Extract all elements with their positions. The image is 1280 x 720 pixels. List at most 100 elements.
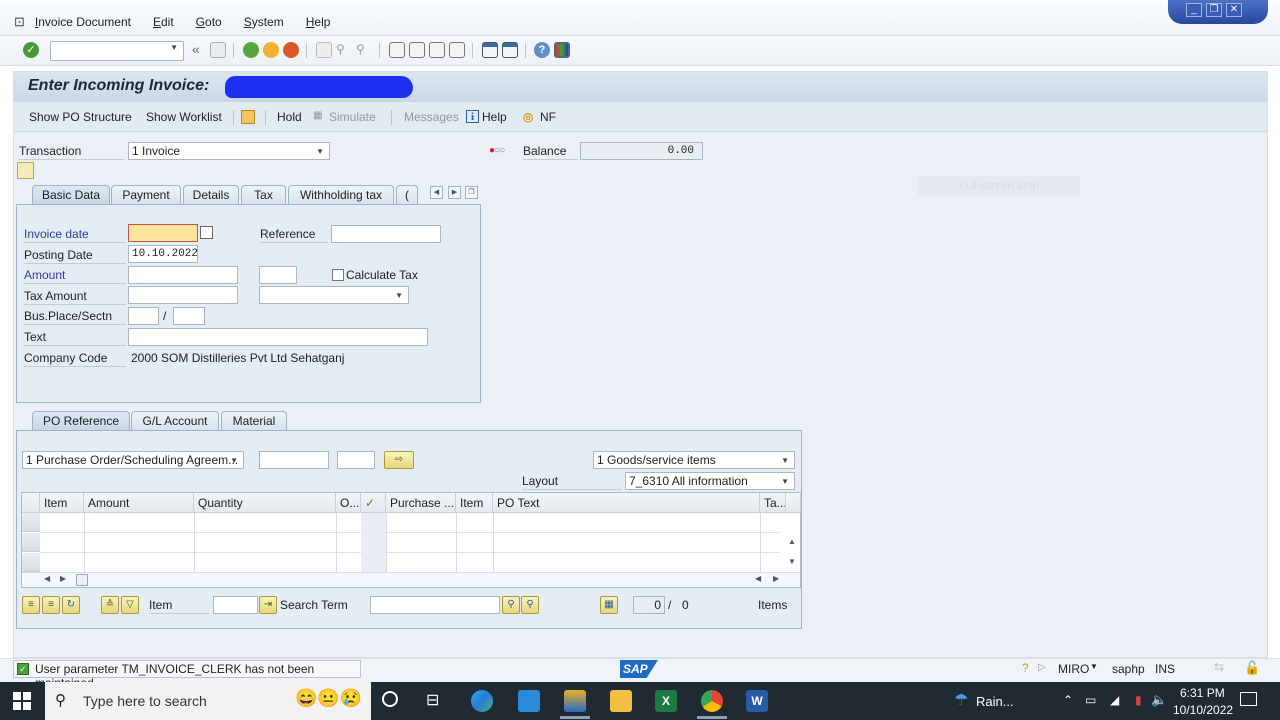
status-expand-icon[interactable]: ▷	[1038, 662, 1046, 673]
tray-expand-icon[interactable]: ⌃	[1063, 693, 1073, 707]
scroll-left-end-icon[interactable]: ◀	[755, 574, 761, 583]
sap-logon-icon[interactable]	[564, 690, 586, 712]
scroll-up-icon[interactable]: ▲	[788, 537, 796, 546]
notifications-icon[interactable]	[1240, 692, 1257, 706]
copy-icon[interactable]	[241, 110, 255, 124]
layout-icon[interactable]	[554, 42, 570, 58]
column-po-text[interactable]: PO Text	[493, 493, 760, 513]
search-term-input[interactable]	[370, 596, 500, 614]
show-po-structure-button[interactable]: Show PO Structure	[29, 110, 132, 124]
tab-scroll-right-icon[interactable]: ▶	[448, 186, 461, 199]
volume-icon[interactable]: 🔈	[1151, 692, 1167, 708]
menu-edit[interactable]: Edit	[153, 15, 174, 29]
cortana-icon[interactable]	[382, 691, 398, 707]
insert-row-icon[interactable]: ≡	[22, 596, 40, 614]
lock-icon[interactable]: 🔓	[1244, 660, 1260, 676]
sort-icon[interactable]: ≙	[101, 596, 119, 614]
clock-time[interactable]: 6:31 PM	[1180, 686, 1225, 700]
tab-details[interactable]: Details	[183, 185, 239, 204]
column-check-icon[interactable]: ✓	[361, 493, 386, 513]
tax-code-select[interactable]	[259, 286, 409, 304]
delete-row-icon[interactable]: ≡	[42, 596, 60, 614]
scroll-right-end-icon[interactable]: ▶	[773, 574, 779, 583]
find-icon[interactable]: ⚲	[336, 42, 352, 58]
invoice-date-input[interactable]	[128, 224, 198, 242]
wifi-icon[interactable]: ◢	[1110, 693, 1119, 707]
transfer-icon[interactable]: ⇨	[384, 451, 414, 469]
find-next-icon[interactable]: ⚲	[521, 596, 539, 614]
column-o[interactable]: O...	[336, 493, 361, 513]
tab-withholding-tax[interactable]: Withholding tax	[288, 185, 394, 204]
close-icon[interactable]: ✕	[1226, 3, 1242, 17]
help-icon[interactable]: ?	[534, 42, 550, 58]
column-po-item[interactable]: Item	[456, 493, 493, 513]
new-session-icon[interactable]	[482, 42, 498, 58]
find-next-icon[interactable]: ⚲	[356, 42, 372, 58]
menu-invoice-document[interactable]: Invoice Document	[35, 15, 131, 29]
bus-place-input[interactable]	[128, 307, 159, 325]
amount-input[interactable]	[128, 266, 238, 284]
scroll-down-icon[interactable]: ▼	[788, 557, 796, 566]
enter-icon[interactable]: ✓	[23, 42, 39, 58]
horizontal-scrollbar[interactable]: ◀ ▶ ◀ ▶	[22, 572, 800, 587]
show-worklist-button[interactable]: Show Worklist	[146, 110, 222, 124]
currency-input[interactable]	[259, 266, 297, 284]
prev-page-icon[interactable]	[409, 42, 425, 58]
weather-text[interactable]: Rain...	[976, 694, 1014, 709]
menu-icon[interactable]: ⊡	[14, 14, 25, 30]
item-input[interactable]	[213, 596, 258, 614]
back-green-icon[interactable]	[243, 42, 259, 58]
search-term-icon[interactable]: ⇥	[259, 596, 277, 614]
back-icon[interactable]: «	[192, 42, 208, 58]
help-button[interactable]: Help	[482, 110, 507, 124]
edge-icon[interactable]	[471, 690, 493, 712]
taskbar-search[interactable]: ⚲ Type here to search 😄😐😢	[45, 682, 371, 720]
shortcut-icon[interactable]	[502, 42, 518, 58]
layout-select[interactable]: 7_6310 All information	[625, 472, 795, 490]
select-all-header[interactable]	[22, 493, 40, 513]
tab-material[interactable]: Material	[221, 411, 287, 430]
print-icon[interactable]	[316, 42, 332, 58]
tab-scroll-left-icon[interactable]: ◀	[430, 186, 443, 199]
calendar-icon[interactable]	[200, 226, 213, 239]
scroll-thumb[interactable]	[76, 574, 88, 586]
menu-goto[interactable]: Goto	[196, 15, 222, 29]
row-selector[interactable]	[22, 533, 40, 552]
posting-date-input[interactable]: 10.10.2022	[128, 245, 198, 263]
scroll-right-icon[interactable]: ▶	[60, 574, 66, 583]
document-type-select[interactable]: 1 Purchase Order/Scheduling Agreem...	[22, 451, 244, 469]
file-explorer-icon[interactable]	[610, 690, 632, 712]
tab-more[interactable]: (	[396, 185, 418, 204]
transaction-dropdown-icon[interactable]: ▼	[1090, 662, 1098, 671]
nf-button[interactable]: NF	[540, 110, 556, 124]
tab-list-icon[interactable]: ❐	[465, 186, 478, 199]
calculate-tax-checkbox[interactable]	[332, 269, 344, 281]
status-message-box[interactable]: ✓ User parameter TM_INVOICE_CLERK has no…	[13, 660, 361, 690]
clock-date[interactable]: 10/10/2022	[1173, 703, 1233, 717]
items-type-select[interactable]: 1 Goods/service items	[593, 451, 795, 469]
folder-icon[interactable]	[17, 162, 34, 179]
next-page-icon[interactable]	[429, 42, 445, 58]
messages-button[interactable]: Messages	[404, 110, 459, 124]
row-selector[interactable]	[22, 553, 40, 572]
word-icon[interactable]: W	[746, 690, 768, 712]
minimize-icon[interactable]: _	[1186, 3, 1202, 17]
tab-gl-account[interactable]: G/L Account	[131, 411, 219, 430]
input-mode[interactable]: INS	[1155, 662, 1175, 676]
tab-tax[interactable]: Tax	[241, 185, 286, 204]
battery-icon[interactable]: ▭	[1085, 693, 1096, 707]
hold-button[interactable]: Hold	[277, 110, 302, 124]
refresh-icon[interactable]: ↻	[62, 596, 80, 614]
section-input[interactable]	[173, 307, 205, 325]
tab-payment[interactable]: Payment	[111, 185, 181, 204]
column-purchase[interactable]: Purchase ...	[386, 493, 456, 513]
tab-po-reference[interactable]: PO Reference	[32, 411, 130, 430]
cancel-icon[interactable]	[283, 42, 299, 58]
restore-icon[interactable]: ❐	[1206, 3, 1222, 17]
reference-input[interactable]	[331, 225, 441, 243]
column-amount[interactable]: Amount	[84, 493, 194, 513]
scroll-left-icon[interactable]: ◀	[44, 574, 50, 583]
chrome-icon[interactable]	[701, 690, 723, 712]
column-config-button[interactable]	[786, 493, 801, 513]
command-field[interactable]	[50, 41, 184, 61]
